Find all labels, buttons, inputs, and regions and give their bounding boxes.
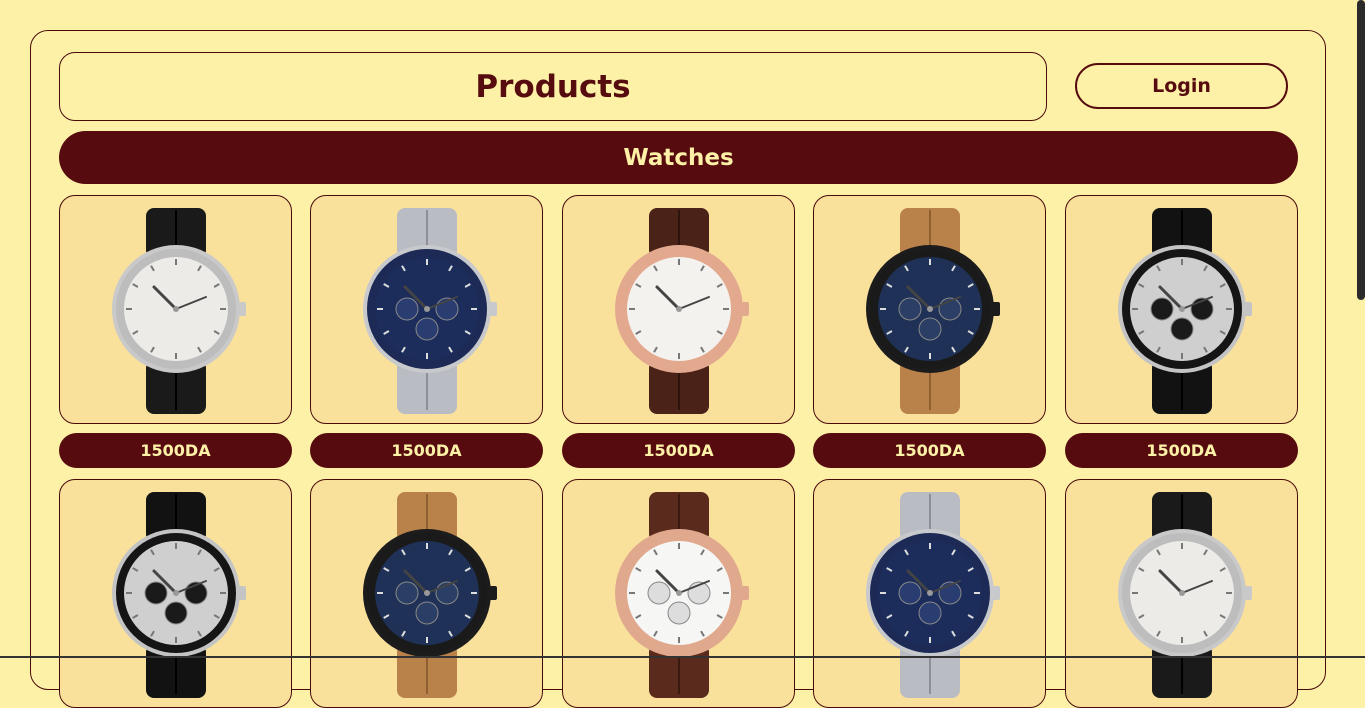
product-image <box>363 492 497 698</box>
product-image <box>1118 208 1252 414</box>
page-scrollbar[interactable] <box>1357 0 1365 658</box>
price-button[interactable]: 1500DA <box>813 433 1046 468</box>
product-card[interactable] <box>813 479 1046 708</box>
product-card[interactable] <box>59 195 292 424</box>
product-image <box>112 208 246 414</box>
product-image <box>112 492 246 698</box>
login-button[interactable]: Login <box>1075 63 1288 109</box>
product-image <box>866 208 1000 414</box>
product-image <box>363 208 497 414</box>
product-card[interactable] <box>562 479 795 708</box>
category-banner: Watches <box>59 131 1298 184</box>
page-header: Products <box>59 52 1047 121</box>
product-image <box>615 208 749 414</box>
page-title: Products <box>475 68 631 105</box>
product-card[interactable] <box>59 479 292 708</box>
product-card[interactable] <box>813 195 1046 424</box>
product-image <box>615 492 749 698</box>
scrollbar-thumb[interactable] <box>1357 0 1365 300</box>
product-card[interactable] <box>310 479 543 708</box>
product-card[interactable] <box>562 195 795 424</box>
price-button[interactable]: 1500DA <box>562 433 795 468</box>
product-card[interactable] <box>310 195 543 424</box>
product-card[interactable] <box>1065 479 1298 708</box>
price-button[interactable]: 1500DA <box>310 433 543 468</box>
price-button[interactable]: 1500DA <box>59 433 292 468</box>
price-button[interactable]: 1500DA <box>1065 433 1298 468</box>
product-image <box>1118 492 1252 698</box>
product-card[interactable] <box>1065 195 1298 424</box>
product-image <box>866 492 1000 698</box>
